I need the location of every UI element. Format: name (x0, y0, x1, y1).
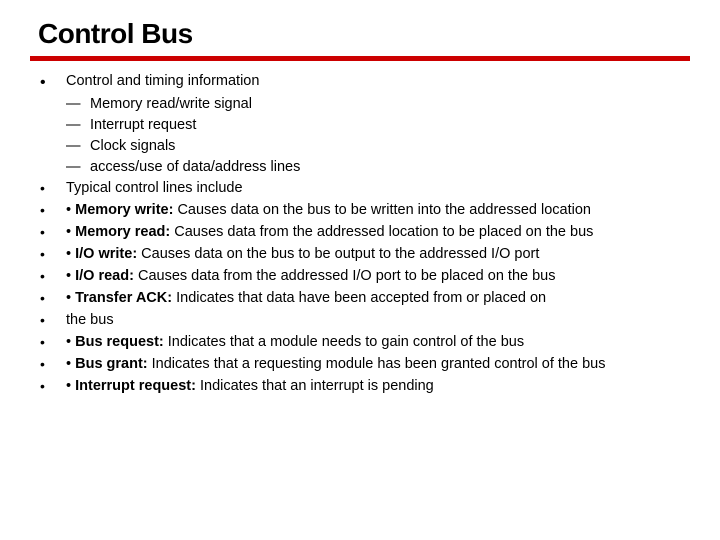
slide-body: • Control and timing information —Memory… (30, 71, 690, 398)
list-subitem: —Interrupt request (38, 115, 690, 136)
dash-icon: — (66, 136, 90, 157)
subitem-text: Interrupt request (90, 117, 196, 133)
bullet-icon: • (40, 246, 45, 262)
bullet-icon: • (40, 224, 45, 240)
slide: Control Bus • Control and timing informa… (0, 0, 720, 398)
bullet-icon: • (40, 312, 45, 328)
bullet-icon: • (40, 356, 45, 372)
bullet-icon: • (40, 74, 46, 91)
list-item: • • Transfer ACK: Indicates that data ha… (38, 288, 690, 310)
list-subitem: —Memory read/write signal (38, 94, 690, 115)
subitem-text: access/use of data/address lines (90, 159, 300, 175)
list-item: • • Bus request: Indicates that a module… (38, 332, 690, 354)
item-text: • Bus request: Indicates that a module n… (66, 332, 690, 353)
list-item: • • Memory write: Causes data on the bus… (38, 200, 690, 222)
slide-title: Control Bus (30, 18, 690, 50)
list-item: • Typical control lines include (38, 178, 690, 200)
list-item: • • Interrupt request: Indicates that an… (38, 376, 690, 398)
list-item: • Control and timing information (38, 71, 690, 94)
bullet-icon: • (40, 268, 45, 284)
bullet-icon: • (40, 180, 45, 196)
bullet-icon: • (40, 202, 45, 218)
title-underline (30, 56, 690, 61)
list-item: • • I/O read: Causes data from the addre… (38, 266, 690, 288)
list-item: • the bus (38, 310, 690, 332)
item-text: • I/O write: Causes data on the bus to b… (66, 244, 690, 265)
dash-icon: — (66, 94, 90, 115)
list-subitem: —Clock signals (38, 136, 690, 157)
dash-icon: — (66, 157, 90, 178)
item-text: • I/O read: Causes data from the address… (66, 266, 690, 287)
bullet-icon: • (40, 378, 45, 394)
bullet-icon: • (40, 334, 45, 350)
item-text: • Transfer ACK: Indicates that data have… (66, 288, 690, 309)
bullet-icon: • (40, 290, 45, 306)
item-text: • Bus grant: Indicates that a requesting… (66, 354, 690, 375)
item-text: • Interrupt request: Indicates that an i… (66, 376, 690, 397)
list-subitem: —access/use of data/address lines (38, 157, 690, 178)
item-text: Control and timing information (66, 71, 690, 92)
item-text: the bus (66, 310, 690, 331)
list-item: • • Memory read: Causes data from the ad… (38, 222, 690, 244)
subitem-text: Memory read/write signal (90, 96, 252, 112)
item-text: • Memory read: Causes data from the addr… (66, 222, 690, 243)
item-text: • Memory write: Causes data on the bus t… (66, 200, 690, 221)
subitem-text: Clock signals (90, 138, 175, 154)
dash-icon: — (66, 115, 90, 136)
list-item: • • Bus grant: Indicates that a requesti… (38, 354, 690, 376)
list-item: • • I/O write: Causes data on the bus to… (38, 244, 690, 266)
item-text: Typical control lines include (66, 178, 690, 199)
